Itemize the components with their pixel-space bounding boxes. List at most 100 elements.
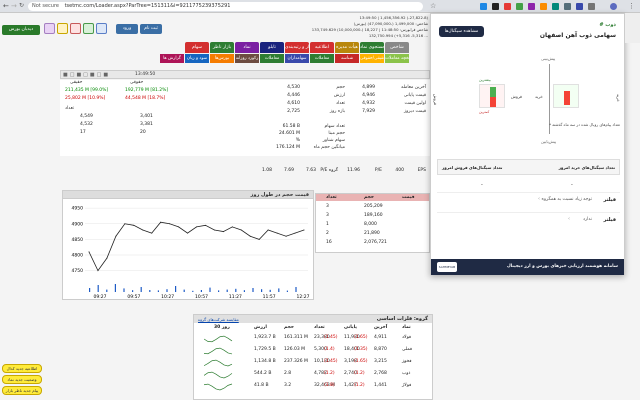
count-label: تعداد [65,106,75,111]
group-value: 41.8 B [254,383,269,388]
tab-2[interactable]: هیأت مدیره [335,42,359,53]
settings-icon[interactable] [96,23,107,34]
chart-title-bar: قیمت حجم در طول روز [63,191,313,199]
subtab-6[interactable]: رکورد روزانه [235,54,259,63]
subtab-4[interactable]: سهامداران [285,54,309,63]
tab-5[interactable]: تابلو [260,42,284,53]
popup-title: سهامی ذوب آهن اصفهان [539,32,616,39]
popup-footer: SAHMEYAB سامانه هوشمند ارزیابی خبرهای بو… [431,259,624,275]
group-volume: 126.03 M [284,347,306,352]
buy-count-value: - [571,182,573,188]
group-panel: گروه: فلزات اساسی مقایسه شرکت‌های گروه ن… [193,314,433,400]
volume-bar [243,290,245,292]
address-bar[interactable]: Not secure tsetmc.com/Loader.aspx?ParTre… [28,2,423,11]
sell-count-header: تعداد سیگنال‌های فروش امروز [442,165,503,170]
back-icon[interactable]: ← [3,2,9,10]
group-sparkline [204,371,233,379]
order-volume: 21,890 [364,231,380,236]
subtab-9[interactable]: گزارش ها [160,54,184,63]
tools-icon[interactable] [70,23,81,34]
extension-icon[interactable] [492,3,499,10]
extension-icon[interactable] [576,3,583,10]
sell-value: 25,802 M [10.9%] [65,96,106,101]
tab-1[interactable]: جستجوی نماد [360,42,384,53]
chart-icon[interactable] [83,23,94,34]
market-value: % [295,138,300,143]
price-point [276,232,278,234]
group-last-pct: (1.2) [354,371,365,376]
live-button[interactable]: دیدبان بورس [2,25,40,35]
star-icon[interactable]: ☆ [430,3,437,10]
eps-cell: 400 [395,168,404,173]
price-point [142,229,144,231]
count-value: 20 [140,130,146,135]
trade-label: قیمت پایانی [403,93,426,98]
compare-link[interactable]: مقایسه شرکت‌های گروه [198,317,239,322]
group-volume: 161.311 M [284,335,308,340]
forward-icon[interactable]: → [11,2,17,10]
avatar[interactable] [610,3,617,10]
extension-icon[interactable] [564,3,571,10]
group-header-cell: ارزش [254,325,267,330]
price-point [160,221,162,223]
tab-4[interactable]: آمار و رتبه‌بندی [285,42,309,53]
sell-bar-lower [490,97,496,107]
extension-icon[interactable] [480,3,487,10]
tab-3[interactable]: اطلاعیه [310,42,334,53]
market-label: سهام شناور [322,138,345,143]
tab-0[interactable]: شاخص [385,42,409,53]
view-signals-button[interactable]: مشاهده سیگنال‌ها [439,26,484,37]
volume-bar [140,287,142,292]
subtab-3[interactable]: معاملات [310,54,334,63]
eps-cell: 7.69 [283,168,294,173]
extension-icon[interactable] [528,3,535,10]
group-title-bar: گروه: فلزات اساسی مقایسه شرکت‌های گروه [194,315,432,323]
subtab-2[interactable]: شناسه [335,54,359,63]
volume-bar [261,289,263,292]
market-label: حجم مبنا [328,131,345,136]
subtab-5[interactable]: معاملات [260,54,284,63]
order-volume: 189,160 [364,213,383,218]
extension-icon[interactable] [540,3,547,10]
extension-icon[interactable] [504,3,511,10]
subtab-0[interactable]: تاریخچه معاملات [385,54,409,63]
group-sparkline [204,383,233,391]
symbol-header: ■□■□■□■ 13:49:50 [60,70,430,79]
menu-icon[interactable]: ⋮ [628,2,635,10]
sell-gauge [479,84,505,108]
tab-8[interactable]: سهام [185,42,209,53]
group-symbol: فولاژ [402,383,412,388]
tab-7[interactable]: بازار ناظر [210,42,234,53]
calendar-icon[interactable] [57,23,68,34]
tab-6[interactable]: نماد [235,42,259,53]
login-button[interactable]: ورود [116,24,138,34]
reload-icon[interactable]: ↻ [19,2,24,9]
order-count: 3 [326,213,329,218]
price-point [267,229,269,231]
subtab-1[interactable]: حقیقی/حقوقی [360,54,384,63]
subtab-7[interactable]: بورس‌ها [210,54,234,63]
trade-value: 4,899 [362,85,375,90]
group-last-pct: (1.65) [354,335,368,340]
footer-text: سامانه هوشمند ارزیابی خبرهای بورس و ارز … [506,264,618,269]
y-tick-label: 4950 [72,206,84,212]
group-header-cell: 30 روز [214,325,230,330]
supervisor-message-button[interactable]: پیام جدید ناظر بازار [2,386,42,395]
extension-icon[interactable] [588,3,595,10]
filter-label: فیلتر [603,217,616,223]
chevron-left-icon[interactable]: ‹ [538,196,540,202]
register-button[interactable]: ثبت نام [140,24,162,34]
extension-icon[interactable] [516,3,523,10]
eps-cell: 1.08 [261,168,272,173]
codal-announcement-button[interactable]: اطلاعیه جدید کدال [2,364,42,373]
subtab-8[interactable]: سود و زیان [185,54,209,63]
chevron-left-icon[interactable]: ‹ [568,216,570,222]
extension-icon[interactable] [552,3,559,10]
group-volume: 3.2 [284,383,292,388]
home-icon[interactable] [44,23,55,34]
symbol-status-button[interactable]: وضعیت جدید نماد [2,375,42,384]
price-point [258,238,260,240]
x-tick-label: 10:57 [195,294,208,300]
sparkline-path [204,359,233,367]
order-count: 16 [326,240,332,245]
